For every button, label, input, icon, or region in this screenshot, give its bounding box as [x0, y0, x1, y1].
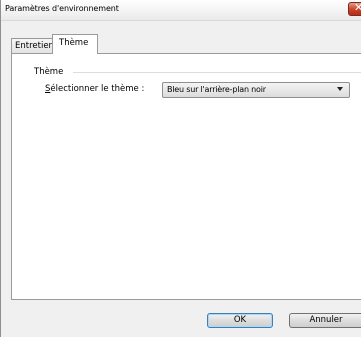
- tab-label: Entretien: [15, 41, 54, 51]
- theme-select[interactable]: Bleu sur l'arrière-plan noir: [162, 82, 350, 98]
- close-button[interactable]: ✕: [348, 1, 361, 16]
- chevron-down-icon: [337, 87, 343, 91]
- ok-button[interactable]: OK: [207, 313, 273, 328]
- window-title: Paramètres d'environnement: [5, 4, 119, 13]
- cancel-button[interactable]: Annuler: [289, 313, 361, 328]
- tab-entretien[interactable]: Entretien: [11, 38, 54, 53]
- environment-settings-dialog: Paramètres d'environnement ✕ Entretien T…: [0, 0, 361, 337]
- tab-label: Thème: [59, 38, 89, 48]
- tab-theme[interactable]: Thème: [52, 34, 98, 54]
- select-theme-label: Sélectionner le thème :: [45, 84, 144, 94]
- theme-select-value: Bleu sur l'arrière-plan noir: [167, 85, 266, 94]
- title-bar[interactable]: Paramètres d'environnement ✕: [1, 0, 361, 21]
- theme-group-title: Thème: [34, 67, 64, 77]
- close-icon: ✕: [354, 1, 361, 14]
- select-theme-label-text: électionner le thème :: [50, 84, 145, 94]
- group-divider: [73, 72, 361, 73]
